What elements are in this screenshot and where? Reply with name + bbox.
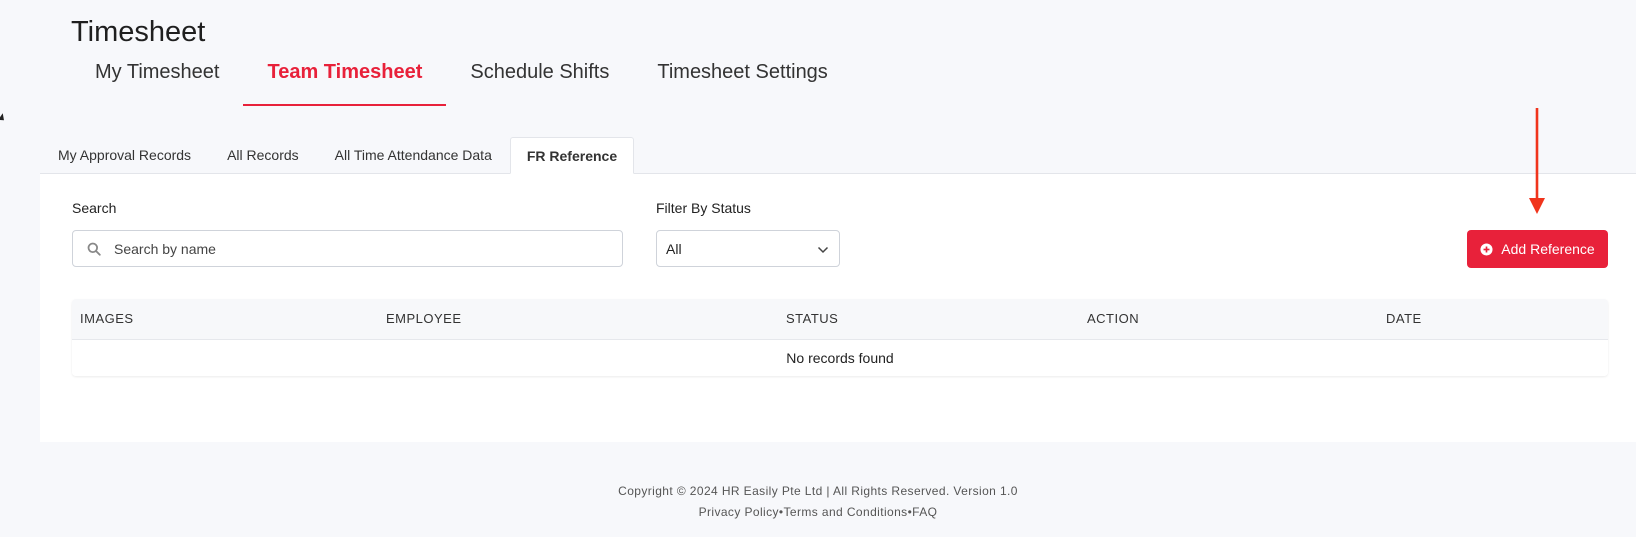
column-action[interactable]: ACTION [1087,299,1139,339]
search-icon [86,241,102,257]
page-title: Timesheet [71,16,206,48]
empty-state-message: No records found [786,350,894,366]
column-images[interactable]: IMAGES [80,299,134,339]
add-reference-label: Add Reference [1501,241,1595,257]
subtab-my-approval-records[interactable]: My Approval Records [40,137,209,174]
fr-reference-panel: Search Filter By Status All Add Referenc… [40,174,1636,442]
subtab-fr-reference[interactable]: FR Reference [509,137,635,174]
plus-circle-icon [1480,242,1493,256]
status-filter-select[interactable]: All [656,230,840,267]
table-body: No records found [72,340,1608,376]
status-filter-label: Filter By Status [656,200,751,216]
column-date[interactable]: DATE [1386,299,1422,339]
tab-team-timesheet[interactable]: Team Timesheet [243,58,447,106]
tab-my-timesheet[interactable]: My Timesheet [71,58,243,104]
subtab-all-time-attendance-data[interactable]: All Time Attendance Data [317,137,510,174]
tab-timesheet-settings[interactable]: Timesheet Settings [633,58,851,104]
tab-schedule-shifts[interactable]: Schedule Shifts [446,58,633,104]
column-employee[interactable]: EMPLOYEE [386,299,462,339]
status-filter-value: All [666,240,682,257]
footer-copyright: Copyright © 2024 HR Easily Pte Ltd | All… [618,484,1018,498]
terms-link[interactable]: Terms and Conditions [784,505,908,519]
privacy-policy-link[interactable]: Privacy Policy [699,505,779,519]
sub-tabs: My Approval Records All Records All Time… [40,137,635,174]
faq-link[interactable]: FAQ [912,505,937,519]
search-input[interactable] [112,239,596,258]
search-label: Search [72,200,117,216]
reference-table: IMAGES EMPLOYEE STATUS ACTION DATE No re… [72,299,1608,376]
table-header: IMAGES EMPLOYEE STATUS ACTION DATE [72,299,1608,340]
add-reference-button[interactable]: Add Reference [1467,230,1608,268]
collapse-caret-icon[interactable] [0,113,7,123]
column-status[interactable]: STATUS [786,299,838,339]
chevron-down-icon [817,241,829,257]
search-field[interactable] [72,230,623,267]
main-tabs: My Timesheet Team Timesheet Schedule Shi… [71,58,852,106]
subtab-all-records[interactable]: All Records [209,137,317,174]
footer-links: Privacy Policy•Terms and Conditions•FAQ [0,505,1636,519]
annotation-arrow-icon [1529,108,1545,214]
